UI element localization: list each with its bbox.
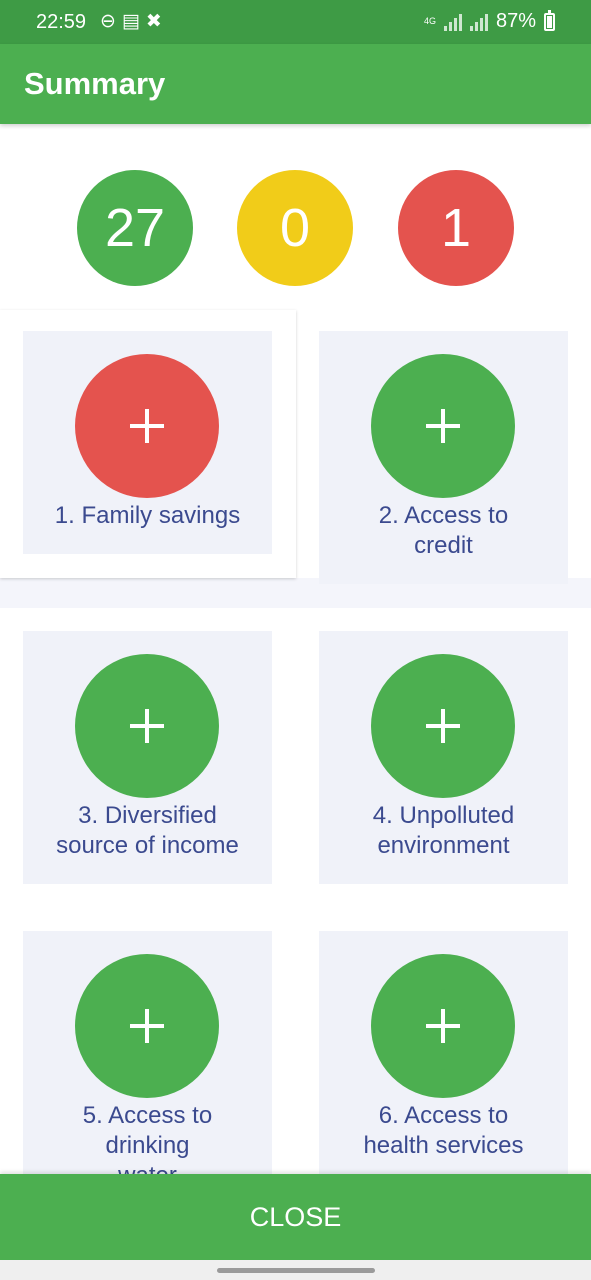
battery-icon <box>544 9 555 31</box>
status-right: 4G 87% <box>423 9 555 33</box>
app-bar: Summary <box>0 44 591 124</box>
indicator-status-5[interactable] <box>75 954 219 1098</box>
indicator-card-1[interactable]: 1. Family savings <box>23 331 272 554</box>
status-time: 22:59 <box>36 11 87 33</box>
plus-icon <box>426 1009 460 1043</box>
notification-icons: ⊖ ▤ ✖ <box>100 10 162 33</box>
indicator-status-6[interactable] <box>371 954 515 1098</box>
indicator-card-3[interactable]: 3. Diversified source of income <box>23 631 272 884</box>
close-button[interactable]: CLOSE <box>0 1174 591 1260</box>
indicator-label-4: 4. Unpolluted environment <box>372 802 515 859</box>
signal-icon-2 <box>469 13 488 31</box>
storage-icon: ▤ <box>121 11 140 32</box>
do-not-disturb-icon: ⊖ <box>100 11 116 32</box>
signal-icon <box>443 13 462 31</box>
indicator-label-2: 2. Access to credit <box>378 502 509 559</box>
indicator-label-6: 6. Access to health services <box>363 1102 524 1159</box>
plus-icon <box>130 1009 164 1043</box>
indicator-status-3[interactable] <box>75 654 219 798</box>
indicator-status-1[interactable] <box>75 354 219 498</box>
status-bar: 22:59 ⊖ ▤ ✖ 4G 87% <box>0 0 591 44</box>
plus-icon <box>130 709 164 743</box>
navigation-bar <box>0 1260 591 1280</box>
battery-percent: 87% <box>495 10 536 32</box>
network-type-icon: 4G <box>423 16 436 26</box>
indicator-card-5[interactable]: 5. Access to drinking water <box>23 931 272 1189</box>
indicator-card-6[interactable]: 6. Access to health services <box>319 931 568 1174</box>
count-yellow: 0 <box>237 170 353 286</box>
plus-icon <box>130 409 164 443</box>
plus-icon <box>426 709 460 743</box>
app-icon: ✖ <box>145 11 162 32</box>
indicator-label-3: 3. Diversified source of income <box>56 802 239 859</box>
indicator-status-4[interactable] <box>371 654 515 798</box>
plus-icon <box>426 409 460 443</box>
page-title: Summary <box>24 66 166 101</box>
count-green: 27 <box>77 170 193 286</box>
indicator-card-4[interactable]: 4. Unpolluted environment <box>319 631 568 884</box>
indicator-label-1: 1. Family savings <box>54 502 241 529</box>
indicator-card-2[interactable]: 2. Access to credit <box>319 331 568 584</box>
count-red: 1 <box>398 170 514 286</box>
indicator-status-2[interactable] <box>371 354 515 498</box>
home-gesture-handle[interactable] <box>217 1268 375 1273</box>
